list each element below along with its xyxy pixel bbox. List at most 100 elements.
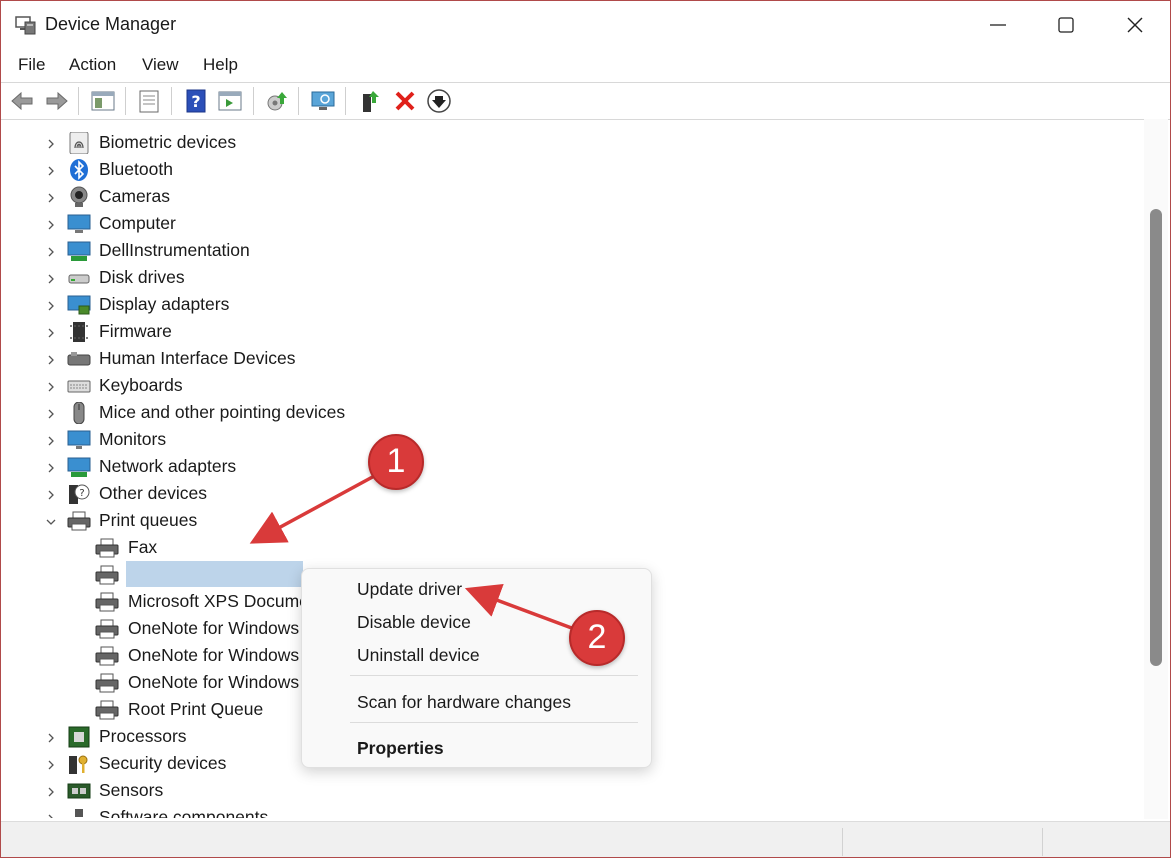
tree-item-computer[interactable]: Computer (5, 211, 605, 238)
menu-item-scan-hardware[interactable]: Scan for hardware changes (357, 692, 571, 713)
chevron-right-icon[interactable] (45, 462, 57, 474)
menu-help[interactable]: Help (203, 55, 238, 75)
chevron-right-icon[interactable] (45, 813, 57, 818)
menu-item-disable-device[interactable]: Disable device (357, 612, 471, 633)
device-manager-app-icon (15, 16, 36, 35)
tree-item-dellinstrumentation[interactable]: DellInstrumentation (5, 238, 605, 265)
back-button[interactable] (9, 88, 35, 114)
chevron-right-icon[interactable] (45, 246, 57, 258)
chevron-right-icon[interactable] (45, 192, 57, 204)
chevron-right-icon[interactable] (45, 786, 57, 798)
menu-view[interactable]: View (142, 55, 179, 75)
tree-item-mice[interactable]: Mice and other pointing devices (5, 400, 605, 427)
menu-separator (350, 675, 638, 676)
chevron-right-icon[interactable] (45, 327, 57, 339)
keyboard-icon (67, 380, 91, 393)
tree-item-monitors[interactable]: Monitors (5, 427, 605, 454)
tree-item-label: Keyboards (99, 375, 183, 395)
action-pane-icon (218, 91, 242, 111)
disable-device-button[interactable] (426, 88, 452, 114)
tree-item-label: Security devices (99, 753, 227, 773)
toolbar: ? (1, 82, 1170, 120)
chevron-right-icon[interactable] (45, 408, 57, 420)
enable-device-icon (363, 91, 379, 112)
maximize-button[interactable] (1031, 1, 1101, 49)
svg-text:?: ? (79, 488, 84, 499)
menu-item-uninstall-device[interactable]: Uninstall device (357, 645, 480, 666)
status-divider (1042, 828, 1043, 856)
tree-item-human-interface-devices[interactable]: Human Interface Devices (5, 346, 605, 373)
vertical-scrollbar[interactable] (1144, 119, 1168, 819)
chevron-right-icon[interactable] (45, 381, 57, 393)
security-key-icon (69, 755, 88, 774)
tree-item-bluetooth[interactable]: Bluetooth (5, 157, 605, 184)
tree-item-fax[interactable]: Fax (5, 535, 605, 562)
menu-file[interactable]: File (18, 55, 45, 75)
properties-sheet-icon (139, 90, 159, 113)
chevron-right-icon[interactable] (45, 138, 57, 150)
tree-item-label: Disk drives (99, 267, 185, 287)
chevron-right-icon[interactable] (45, 273, 57, 285)
help-icon: ? (186, 89, 206, 113)
tree-item-label: Fax (128, 537, 158, 557)
chevron-right-icon[interactable] (45, 354, 57, 366)
printer-icon (95, 565, 119, 585)
scrollbar-thumb[interactable] (1150, 209, 1162, 666)
show-hide-console-tree-button[interactable] (90, 88, 116, 114)
properties-button[interactable] (136, 88, 162, 114)
tree-item-label: Microsoft XPS Docume (128, 591, 309, 611)
hid-icon (67, 352, 91, 366)
tree-item-disk-drives[interactable]: Disk drives (5, 265, 605, 292)
update-driver-icon (267, 92, 287, 111)
svg-text:?: ? (191, 92, 200, 111)
tree-item-network-adapters[interactable]: Network adapters (5, 454, 605, 481)
mouse-icon (73, 402, 85, 424)
chevron-right-icon[interactable] (45, 165, 57, 177)
status-bar (1, 821, 1170, 857)
tree-item-biometric-devices[interactable]: Biometric devices (5, 130, 605, 157)
minimize-button[interactable] (963, 1, 1033, 49)
tree-item-label: Mice and other pointing devices (99, 402, 346, 422)
chevron-right-icon[interactable] (45, 489, 57, 501)
computer-icon (67, 214, 91, 233)
menu-item-properties[interactable]: Properties (357, 738, 444, 759)
help-button[interactable]: ? (183, 88, 209, 114)
menu-item-update-driver[interactable]: Update driver (357, 579, 462, 600)
tree-item-display-adapters[interactable]: Display adapters (5, 292, 605, 319)
back-arrow-icon (11, 91, 33, 111)
forward-arrow-icon (46, 91, 68, 111)
chevron-down-icon[interactable] (45, 516, 57, 528)
add-driver-button[interactable] (358, 88, 384, 114)
tree-item-label: DellInstrumentation (99, 240, 250, 260)
sensor-icon (67, 783, 91, 799)
chevron-right-icon[interactable] (45, 219, 57, 231)
tree-item-label: Root Print Queue (128, 699, 264, 719)
action-pane-button[interactable] (217, 88, 243, 114)
tree-item-firmware[interactable]: Firmware (5, 319, 605, 346)
tree-item-label: Human Interface Devices (99, 348, 296, 368)
forward-button[interactable] (44, 88, 70, 114)
chevron-right-icon[interactable] (45, 435, 57, 447)
tree-item-cameras[interactable]: Cameras (5, 184, 605, 211)
update-driver-button[interactable] (264, 88, 290, 114)
uninstall-device-button[interactable] (392, 88, 418, 114)
tree-item-other-devices[interactable]: ? Other devices (5, 481, 605, 508)
tree-item-software-components[interactable]: Software components (5, 805, 605, 818)
tree-item-label: Cameras (99, 186, 170, 206)
minimize-icon (990, 24, 1006, 26)
tree-item-sensors[interactable]: Sensors (5, 778, 605, 805)
unknown-device-icon: ? (69, 484, 90, 504)
close-button[interactable] (1100, 1, 1170, 49)
chip-icon (70, 322, 88, 342)
printer-icon (95, 700, 119, 720)
tree-item-label: Display adapters (99, 294, 230, 314)
tree-item-keyboards[interactable]: Keyboards (5, 373, 605, 400)
menu-action[interactable]: Action (69, 55, 116, 75)
tree-item-print-queues[interactable]: Print queues (5, 508, 605, 535)
chevron-right-icon[interactable] (45, 300, 57, 312)
chevron-right-icon[interactable] (45, 759, 57, 771)
tree-item-label: Monitors (99, 429, 167, 449)
menu-separator (350, 722, 638, 723)
chevron-right-icon[interactable] (45, 732, 57, 744)
scan-hardware-button[interactable] (310, 88, 336, 114)
